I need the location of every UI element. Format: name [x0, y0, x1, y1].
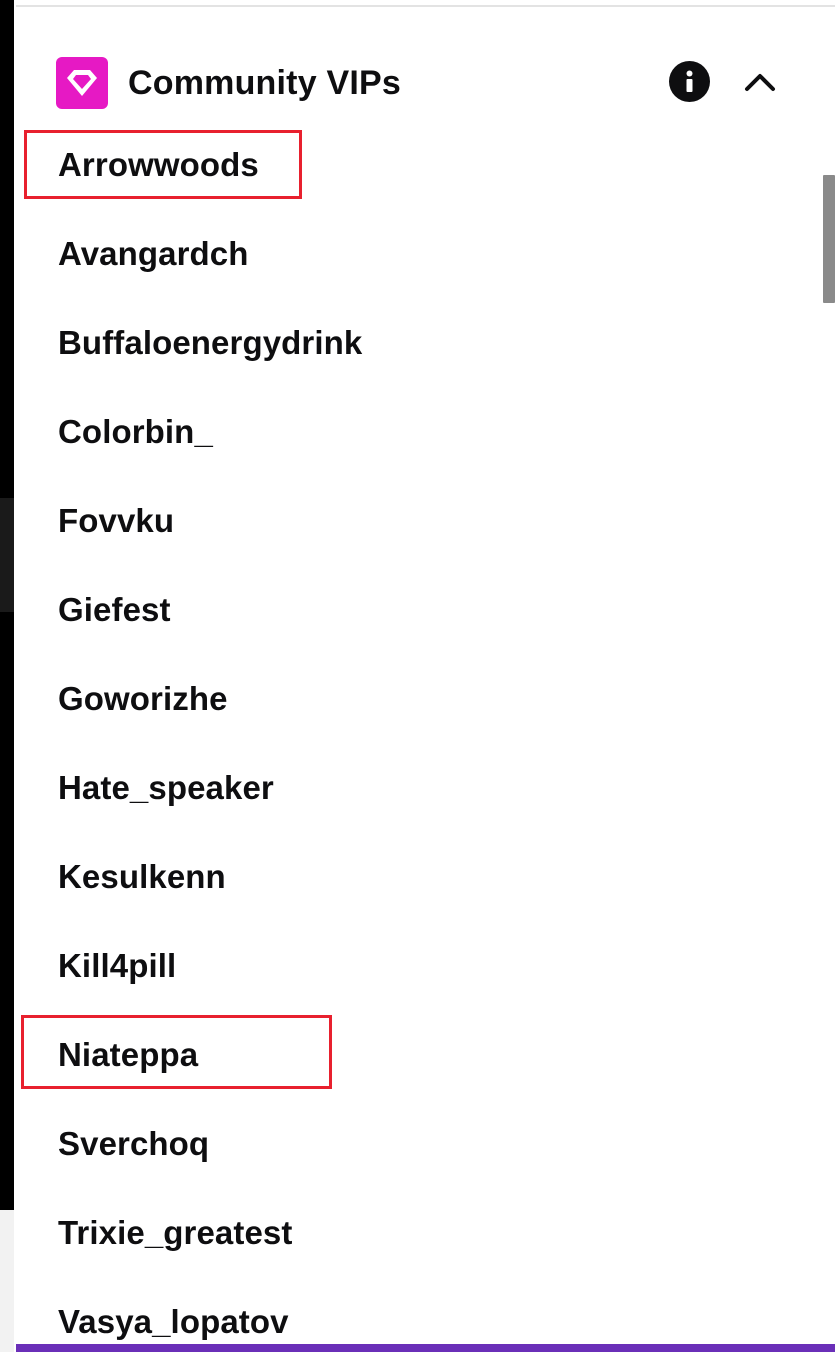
vip-list-item[interactable]: Kesulkenn [16, 832, 816, 921]
info-icon[interactable] [669, 61, 710, 102]
vip-username: Trixie_greatest [58, 1213, 293, 1251]
left-edge-panel-footer [0, 1210, 14, 1352]
highlight-box [21, 1015, 332, 1089]
chevron-up-icon[interactable] [740, 62, 780, 102]
highlight-box [24, 130, 302, 199]
top-divider [16, 5, 835, 7]
vip-list-item[interactable]: Kill4pill [16, 921, 816, 1010]
vip-username: Colorbin_ [58, 412, 213, 450]
accent-bar [16, 1344, 835, 1352]
vip-list-item[interactable]: Hate_speaker [16, 743, 816, 832]
vip-list-item[interactable]: Giefest [16, 565, 816, 654]
vip-list-item[interactable]: Avangardch [16, 209, 816, 298]
vip-username: Kill4pill [58, 946, 177, 984]
vip-diamond-icon [56, 57, 108, 109]
vip-list-item[interactable]: Fovvku [16, 476, 816, 565]
vip-username: Buffaloenergydrink [58, 323, 363, 361]
community-vips-panel: Community VIPs Arrowwoods Avangardch Buf… [16, 0, 835, 1344]
section-title: Community VIPs [128, 63, 401, 102]
vip-username: Kesulkenn [58, 857, 226, 895]
vip-username: Vasya_lopatov [58, 1302, 289, 1340]
vip-username: Fovvku [58, 501, 175, 539]
scrollbar-thumb[interactable] [823, 175, 835, 303]
vip-username: Giefest [58, 590, 171, 628]
vip-list-item[interactable]: Colorbin_ [16, 387, 816, 476]
vip-list-item[interactable]: Sverchoq [16, 1099, 816, 1188]
section-header: Community VIPs [56, 57, 796, 109]
vip-list-item[interactable]: Goworizhe [16, 654, 816, 743]
vip-username: Hate_speaker [58, 768, 274, 806]
vip-username: Sverchoq [58, 1124, 210, 1162]
vip-list: Arrowwoods Avangardch Buffaloenergydrink… [16, 120, 816, 1344]
left-edge-panel-segment [0, 498, 14, 612]
vip-username: Avangardch [58, 234, 249, 272]
vip-username: Goworizhe [58, 679, 228, 717]
vip-list-item[interactable]: Vasya_lopatov [16, 1277, 816, 1344]
vip-list-item[interactable]: Trixie_greatest [16, 1188, 816, 1277]
vip-list-item[interactable]: Buffaloenergydrink [16, 298, 816, 387]
